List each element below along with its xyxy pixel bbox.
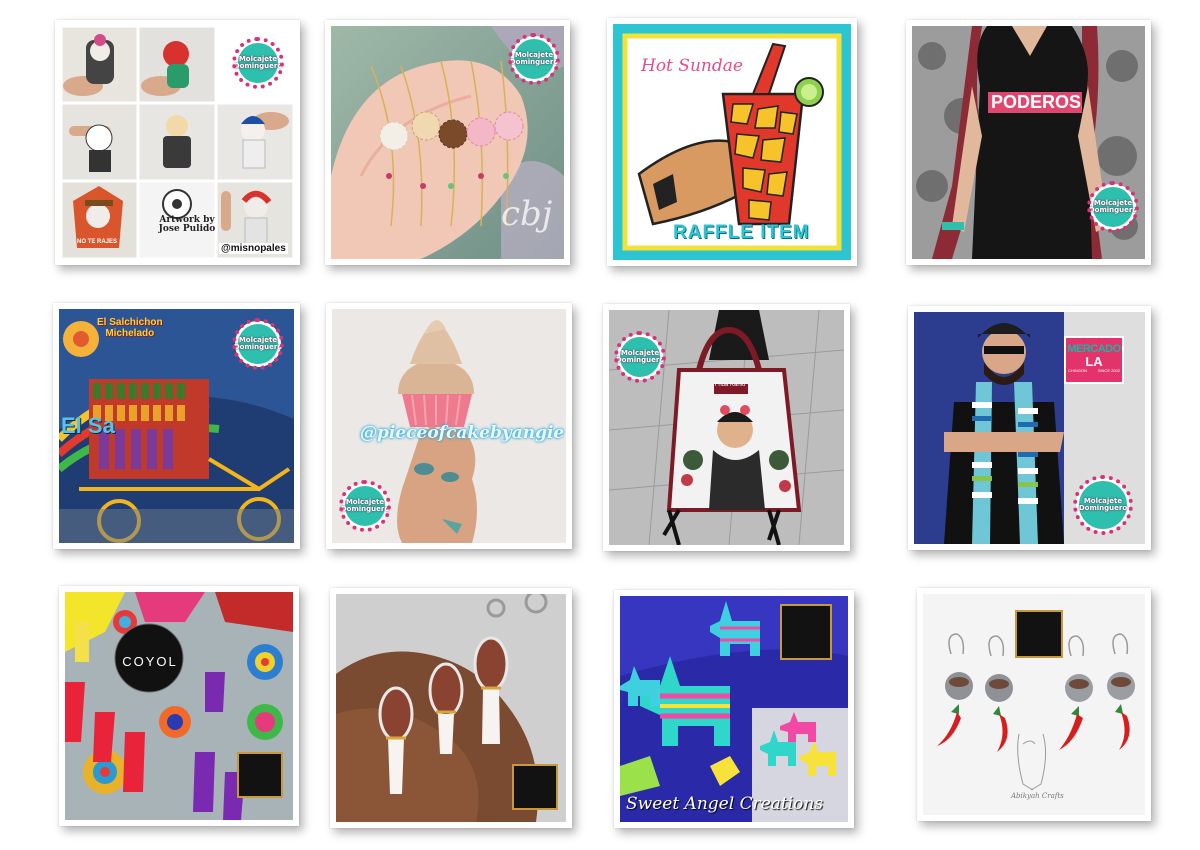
raffle-item-label: RAFFLE ITEM (673, 222, 810, 243)
poderosa-photo: PODEROSA Molcajete Dominguero (912, 26, 1145, 259)
spoons-photo (336, 594, 566, 822)
cupcake-handle: @pieceofcakebyangie (360, 423, 565, 443)
molcajete-logo: Molcajete Dominguero (1073, 475, 1133, 535)
cart-banner: El Sa (61, 413, 115, 438)
molcajete-logo: Molcajete Dominguero (232, 318, 284, 370)
image-tile-concha-bracelets[interactable]: Molcajete Dominguero cbj (325, 20, 570, 265)
cart-photo: El Salchichon Michelado El Sa Molcajete … (59, 309, 294, 543)
stickers-photo: Artwork by Jose Pulido @misnopales NO TE… (61, 26, 294, 259)
image-tile-pinatas[interactable]: Sweet Angel Creations (614, 590, 854, 828)
image-tile-coyol-earrings[interactable]: COYOL (59, 586, 299, 826)
scarf-photo: MERCADO LA CHINGON SINCE 2002 Molcajete … (914, 312, 1145, 544)
image-tile-mercado-scarf[interactable]: MERCADO LA CHINGON SINCE 2002 Molcajete … (908, 306, 1151, 550)
molcajete-logo: Molcajete Dominguero (232, 37, 284, 89)
image-tile-stone-spoons[interactable] (330, 588, 572, 828)
frida-bag-photo: Frida Kahlo Molcajete Dominguero (609, 310, 844, 545)
image-tile-chili-earrings[interactable]: Abikyah Crafts (917, 588, 1151, 821)
gold-crest-logo (237, 752, 283, 798)
gold-crest-logo (512, 764, 558, 810)
la-text: LA (1085, 354, 1103, 369)
bag-brand: Frida Kahlo (714, 382, 746, 388)
coyol-brand: COYOL (122, 654, 178, 669)
molcajete-logo: Molcajete Dominguero (339, 480, 391, 532)
pinatas-photo: Sweet Angel Creations (620, 596, 848, 822)
shirt-text: PODEROSA (988, 92, 1082, 113)
image-tile-cupcake[interactable]: @pieceofcakebyangie Molcajete Dominguero (326, 303, 572, 549)
gold-crest-logo (1015, 610, 1063, 658)
image-tile-frida-bag[interactable]: Frida Kahlo Molcajete Dominguero (603, 304, 850, 551)
mercado-small-right: SINCE 2002 (1097, 368, 1120, 373)
coyol-photo: COYOL (65, 592, 293, 820)
hot-sundae-title: Hot Sundae (641, 56, 743, 76)
bracelets-watermark: cbj (501, 194, 553, 234)
chili-earrings-brand: Abikyah Crafts (1011, 792, 1064, 800)
bracelets-photo: Molcajete Dominguero cbj (331, 26, 564, 259)
pinatas-brand: Sweet Angel Creations (626, 794, 824, 814)
molcajete-logo: Molcajete Dominguero (614, 331, 666, 383)
image-tile-stickers[interactable]: Artwork by Jose Pulido @misnopales NO TE… (55, 20, 300, 265)
gold-crest-logo (780, 604, 832, 660)
molcajete-logo: Molcajete Dominguero (508, 33, 560, 85)
cupcake-photo: @pieceofcakebyangie Molcajete Dominguero (332, 309, 566, 543)
molcajete-logo: Molcajete Dominguero (1087, 181, 1139, 233)
mercado-small-left: CHINGON (1068, 368, 1087, 373)
hot-sundae-art: Hot Sundae RAFFLE ITEM (613, 24, 851, 260)
sticker-caption-bean: NO TE RAJES (77, 239, 118, 245)
image-tile-micheladas-cart[interactable]: El Salchichon Michelado El Sa Molcajete … (53, 303, 300, 549)
cart-sign: El Salchichon Michelado (97, 317, 163, 339)
chili-earrings-photo: Abikyah Crafts (923, 594, 1145, 815)
sticker-handle: @misnopales (219, 243, 288, 254)
image-tile-poderosa-shirt[interactable]: PODEROSA Molcajete Dominguero (906, 20, 1151, 265)
mercado-la-logo: MERCADO LA CHINGON SINCE 2002 (1064, 336, 1124, 384)
image-tile-hot-sundae[interactable]: Hot Sundae RAFFLE ITEM (607, 18, 857, 266)
sticker-caption-artwork: Artwork by Jose Pulido (158, 215, 216, 235)
